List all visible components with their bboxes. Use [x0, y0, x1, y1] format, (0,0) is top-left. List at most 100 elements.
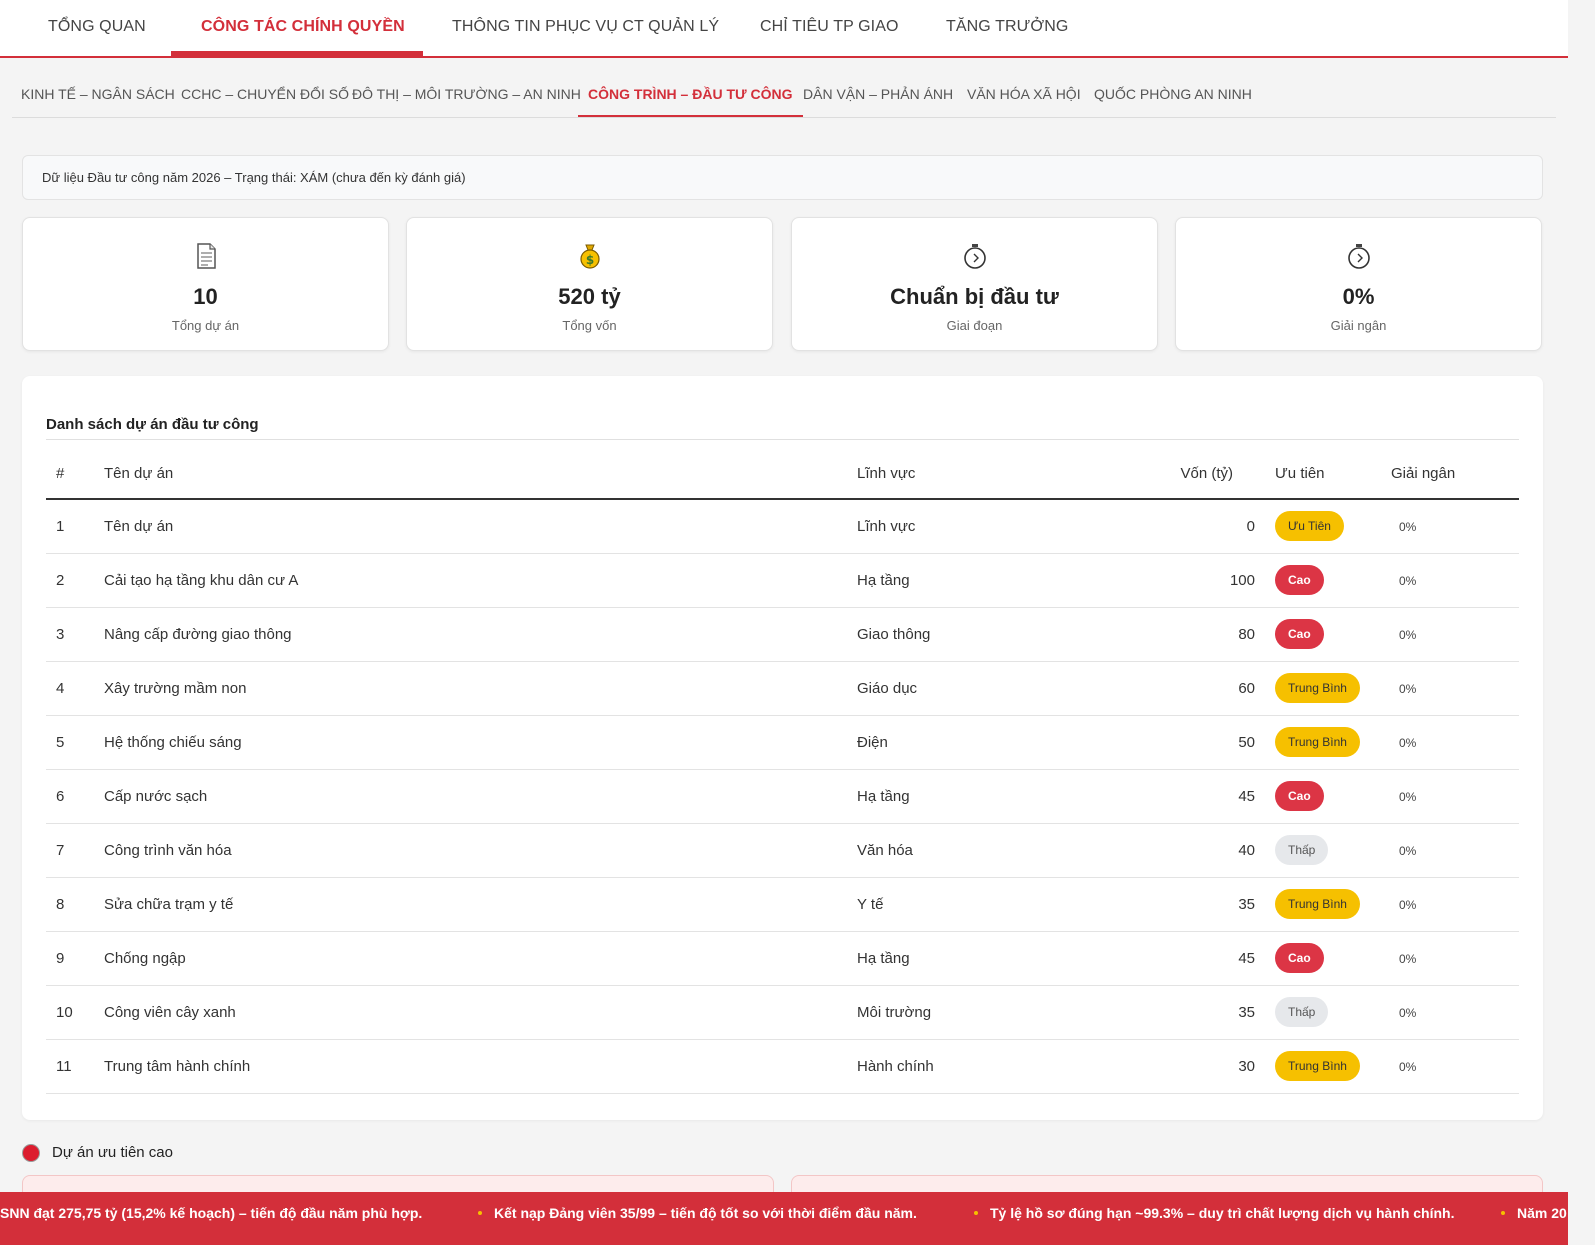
project-field: Điện: [857, 715, 1157, 770]
table-row[interactable]: 8 Sửa chữa trạm y tế Y tế 35 Trung Bình 0%: [46, 877, 1519, 932]
kpi-value: Chuẩn bị đầu tư: [890, 284, 1059, 309]
kpi-label: Giai đoạn: [946, 318, 1003, 333]
project-name: Cấp nước sạch: [104, 769, 857, 824]
project-capital: 40: [1157, 823, 1273, 878]
priority-cell: Trung Bình: [1273, 715, 1391, 770]
priority-cell: Cao: [1273, 931, 1391, 986]
column-header-field[interactable]: Lĩnh vực: [857, 448, 1157, 500]
priority-cell: Cao: [1273, 607, 1391, 662]
priority-cell: Trung Bình: [1273, 877, 1391, 932]
priority-cell: Thấp: [1273, 985, 1391, 1040]
table-row[interactable]: 1 Tên dự án Lĩnh vực 0 Ưu Tiên 0%: [46, 499, 1519, 554]
divider: [46, 439, 1519, 440]
tab-tong-quan[interactable]: TỔNG QUAN: [48, 0, 146, 56]
project-table: # Tên dự án Lĩnh vực Vốn (tỷ) Ưu tiên Gi…: [46, 448, 1519, 1094]
priority-badge: Trung Bình: [1275, 889, 1360, 919]
row-index: 1: [46, 499, 104, 554]
disbursement-cell: 0%: [1391, 715, 1519, 770]
column-header-capital[interactable]: Vốn (tỷ): [1157, 448, 1273, 500]
ticker-separator: [1501, 1211, 1505, 1215]
table-row[interactable]: 6 Cấp nước sạch Hạ tầng 45 Cao 0%: [46, 769, 1519, 824]
table-row[interactable]: 7 Công trình văn hóa Văn hóa 40 Thấp 0%: [46, 823, 1519, 878]
priority-cell: Trung Bình: [1273, 1039, 1391, 1094]
table-row[interactable]: 5 Hệ thống chiếu sáng Điện 50 Trung Bình 0%: [46, 715, 1519, 770]
project-capital: 60: [1157, 661, 1273, 716]
disbursement-cell: 0%: [1391, 877, 1519, 932]
project-list-card: Danh sách dự án đầu tư công # Tên dự án …: [22, 376, 1543, 1120]
red-circle-icon: [22, 1144, 40, 1162]
kpi-card-total-capital: $ 520 tỷ Tổng vốn: [406, 217, 773, 351]
project-field: Văn hóa: [857, 823, 1157, 878]
row-index: 4: [46, 661, 104, 716]
row-index: 7: [46, 823, 104, 878]
column-header-disbursement[interactable]: Giải ngân: [1391, 448, 1519, 500]
disbursement-value: 0%: [1399, 897, 1417, 912]
priority-badge: Ưu Tiên: [1275, 511, 1344, 542]
table-row[interactable]: 3 Nâng cấp đường giao thông Giao thông 80 Ca…: [46, 607, 1519, 662]
scrollbar-track[interactable]: [1568, 0, 1595, 1245]
disbursement-cell: 0%: [1391, 661, 1519, 716]
project-field: Giáo dục: [857, 661, 1157, 716]
kpi-value: 0%: [1342, 284, 1375, 309]
status-notice: Dữ liệu Đầu tư công năm 2026 – Trạng thá…: [22, 155, 1543, 200]
row-index: 2: [46, 553, 104, 608]
subtab-van-hoa-xa-hoi[interactable]: VĂN HÓA XÃ HỘI: [967, 72, 1081, 117]
document-icon: [192, 242, 220, 270]
table-row[interactable]: 2 Cải tạo hạ tầng khu dân cư A Hạ tầng 100 C…: [46, 553, 1519, 608]
subtab-cong-trinh-dau-tu-cong[interactable]: CÔNG TRÌNH – ĐẦU TƯ CÔNG: [578, 72, 803, 117]
disbursement-cell: 0%: [1391, 1039, 1519, 1094]
disbursement-value: 0%: [1399, 681, 1417, 696]
priority-cell: Cao: [1273, 769, 1391, 824]
priority-badge: Cao: [1275, 619, 1324, 649]
priority-badge: Cao: [1275, 943, 1324, 973]
priority-cell: Trung Bình: [1273, 661, 1391, 716]
project-field: Y tế: [857, 877, 1157, 932]
ticker-item: SNN đạt 275,75 tỷ (15,2% kế hoạch) – tiế…: [0, 1205, 423, 1221]
tab-chi-tieu-tp-giao[interactable]: CHỈ TIÊU TP GIAO: [760, 0, 899, 56]
disbursement-cell: 0%: [1391, 931, 1519, 986]
project-name: Hệ thống chiếu sáng: [104, 715, 857, 770]
subtab-cchc-chuyen-doi-so[interactable]: CCHC – CHUYỂN ĐỔI SỐ: [181, 72, 349, 117]
active-tab-indicator: [171, 51, 423, 56]
table-row[interactable]: 11 Trung tâm hành chính Hành chính 30 Trung …: [46, 1039, 1519, 1094]
table-header-row: # Tên dự án Lĩnh vực Vốn (tỷ) Ưu tiên Gi…: [46, 448, 1519, 500]
project-field: Hạ tầng: [857, 769, 1157, 824]
disbursement-value: 0%: [1399, 627, 1417, 642]
project-capital: 80: [1157, 607, 1273, 662]
tab-tang-truong[interactable]: TĂNG TRƯỞNG: [946, 0, 1068, 56]
column-header-num[interactable]: #: [46, 448, 104, 500]
stopwatch-icon: [1345, 242, 1373, 270]
table-row[interactable]: 4 Xây trường mầm non Giáo dục 60 Trung Bình 0…: [46, 661, 1519, 716]
svg-text:$: $: [585, 253, 593, 267]
disbursement-cell: 0%: [1391, 823, 1519, 878]
priority-cell: Thấp: [1273, 823, 1391, 878]
project-name: Trung tâm hành chính: [104, 1039, 857, 1094]
table-row[interactable]: 9 Chống ngập Hạ tầng 45 Cao 0%: [46, 931, 1519, 986]
column-header-priority[interactable]: Ưu tiên: [1273, 448, 1391, 500]
project-capital: 0: [1157, 499, 1273, 554]
disbursement-cell: 0%: [1391, 553, 1519, 608]
subtab-do-thi-moi-truong[interactable]: ĐÔ THỊ – MÔI TRƯỜNG – AN NINH: [352, 72, 581, 117]
kpi-label: Tổng dự án: [171, 318, 240, 333]
disbursement-value: 0%: [1399, 519, 1417, 534]
disbursement-cell: 0%: [1391, 607, 1519, 662]
tab-cong-tac-chinh-quyen[interactable]: CÔNG TÁC CHÍNH QUYỀN: [201, 0, 405, 56]
project-name: Sửa chữa trạm y tế: [104, 877, 857, 932]
subtab-dan-van-phan-anh[interactable]: DÂN VẬN – PHẢN ÁNH: [803, 72, 953, 117]
project-capital: 50: [1157, 715, 1273, 770]
subtab-quoc-phong-an-ninh[interactable]: QUỐC PHÒNG AN NINH: [1094, 72, 1252, 117]
project-capital: 100: [1157, 553, 1273, 608]
table-row[interactable]: 10 Công viên cây xanh Môi trường 35 Thấp 0%: [46, 985, 1519, 1040]
stopwatch-icon: [961, 242, 989, 270]
tab-thong-tin-phuc-vu[interactable]: THÔNG TIN PHỤC VỤ CT QUẢN LÝ: [452, 0, 719, 56]
priority-badge: Cao: [1275, 781, 1324, 811]
column-header-name[interactable]: Tên dự án: [104, 448, 857, 500]
project-capital: 45: [1157, 931, 1273, 986]
project-name: Xây trường mầm non: [104, 661, 857, 716]
priority-badge: Trung Bình: [1275, 1051, 1360, 1081]
row-index: 8: [46, 877, 104, 932]
news-ticker: SNN đạt 275,75 tỷ (15,2% kế hoạch) – tiế…: [0, 1192, 1568, 1245]
kpi-value: 10: [193, 284, 218, 309]
ticker-separator: [478, 1211, 482, 1215]
subtab-kinh-te-ngan-sach[interactable]: KINH TẾ – NGÂN SÁCH: [21, 72, 175, 117]
